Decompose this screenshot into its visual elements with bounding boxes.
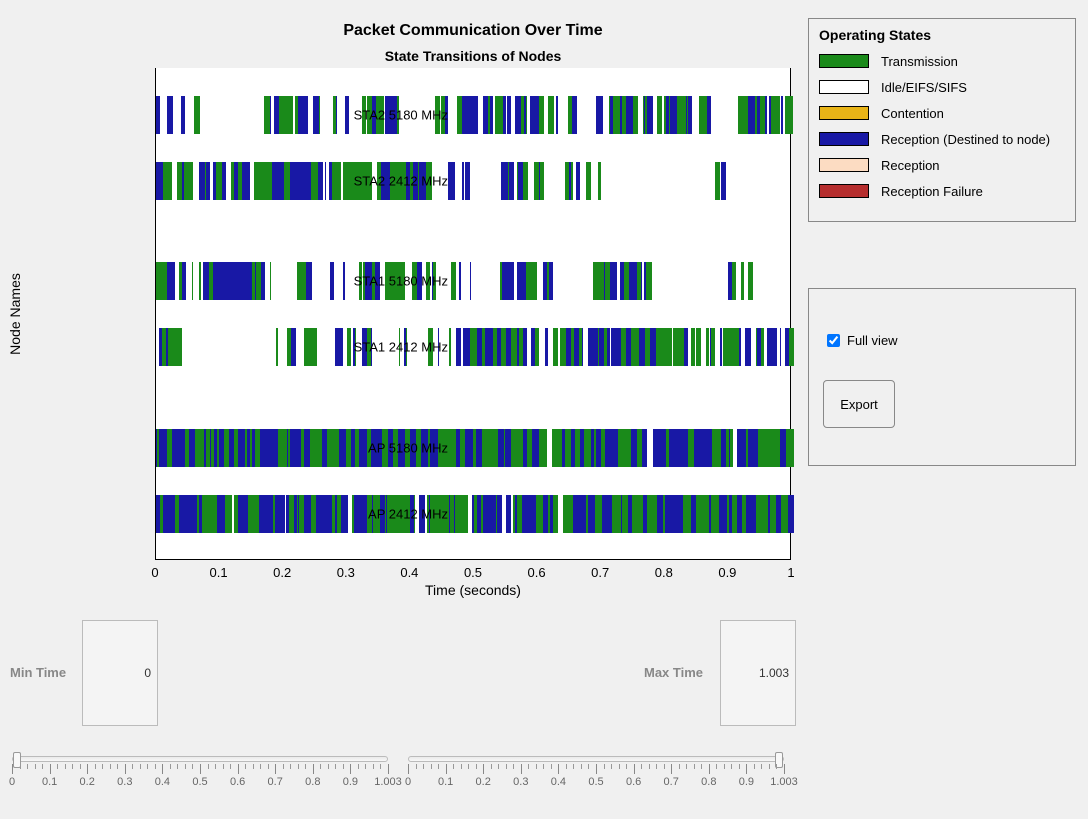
timeline-row [156,162,790,200]
legend-item: Idle/EIFS/SIFS [819,75,1065,99]
slider-tick-label: 1.003 [374,776,402,788]
x-tick-label: 0.5 [453,565,493,580]
legend-swatch [819,184,869,198]
timeline-plot[interactable] [155,68,791,560]
legend-item: Reception [819,153,1065,177]
slider-tick-label: 0.7 [664,776,679,788]
y-tick-label: AP 2412 MHz [318,507,448,522]
legend-panel: Operating States Transmission Idle/EIFS/S… [808,18,1076,222]
legend-swatch [819,132,869,146]
controls-panel: Full view Export [808,288,1076,466]
slider-tick-label: 0.5 [192,776,207,788]
timeline-row [156,328,790,366]
slider-tick-label: 0.2 [476,776,491,788]
y-tick-label: STA1 5180 MHz [318,274,448,289]
x-tick-label: 0.1 [199,565,239,580]
slider-tick-label: 0.1 [438,776,453,788]
slider-tick-label: 0 [9,776,15,788]
legend-item-label: Reception Failure [881,184,983,199]
x-tick-label: 0.3 [326,565,366,580]
x-tick-label: 0.9 [707,565,747,580]
slider-tick-label: 0 [405,776,411,788]
chart-title: Packet Communication Over Time [155,22,791,40]
legend-item-label: Contention [881,106,944,121]
y-tick-label: STA2 5180 MHz [318,108,448,123]
slider-tick-label: 0.6 [230,776,245,788]
x-tick-label: 1 [771,565,811,580]
slider-tick-label: 0.3 [117,776,132,788]
legend-item: Transmission [819,49,1065,73]
slider-tick-label: 0.4 [155,776,170,788]
x-tick-label: 0.4 [389,565,429,580]
legend-item: Reception Failure [819,179,1065,203]
legend-swatch [819,106,869,120]
min-time-slider[interactable] [12,756,388,762]
x-tick-label: 0.8 [644,565,684,580]
slider-tick-label: 0.1 [42,776,57,788]
legend-swatch [819,158,869,172]
slider-ticks: 00.10.20.30.40.50.60.70.80.91.003 [408,764,784,794]
slider-tick-label: 0.5 [588,776,603,788]
full-view-checkbox[interactable]: Full view [823,331,1061,350]
slider-tick-label: 0.7 [268,776,283,788]
slider-tick-label: 0.9 [343,776,358,788]
slider-tick-label: 0.4 [551,776,566,788]
slider-tick-label: 0.6 [626,776,641,788]
timeline-row [156,495,790,533]
slider-tick-label: 0.8 [305,776,320,788]
min-time-label: Min Time [10,665,66,680]
full-view-input[interactable] [827,334,840,347]
y-tick-label: STA1 2412 MHz [318,340,448,355]
legend-item: Contention [819,101,1065,125]
legend-swatch [819,80,869,94]
slider-tick-label: 1.003 [770,776,798,788]
y-tick-label: STA2 2412 MHz [318,174,448,189]
full-view-label: Full view [847,333,898,348]
legend-item-label: Transmission [881,54,958,69]
chart-subtitle: State Transitions of Nodes [155,48,791,64]
timeline-row [156,262,790,300]
legend-title: Operating States [819,27,1065,43]
legend-swatch [819,54,869,68]
export-button[interactable]: Export [823,380,895,428]
x-tick-label: 0.6 [517,565,557,580]
max-time-slider[interactable] [408,756,784,762]
y-axis-label: Node Names [6,68,24,560]
slider-tick-label: 0.8 [701,776,716,788]
x-tick-label: 0 [135,565,175,580]
slider-ticks: 00.10.20.30.40.50.60.70.80.91.003 [12,764,388,794]
legend-item-label: Reception [881,158,940,173]
timeline-row [156,429,790,467]
slider-tick-label: 0.2 [80,776,95,788]
legend-item-label: Idle/EIFS/SIFS [881,80,967,95]
max-time-label: Max Time [644,665,703,680]
x-tick-label: 0.7 [580,565,620,580]
timeline-row [156,96,790,134]
y-tick-label: AP 5180 MHz [318,441,448,456]
max-time-input[interactable]: 1.003 [720,620,796,726]
legend-item-label: Reception (Destined to node) [881,132,1050,147]
min-time-input[interactable]: 0 [82,620,158,726]
slider-tick-label: 0.3 [513,776,528,788]
slider-tick-label: 0.9 [739,776,754,788]
x-axis-label: Time (seconds) [155,582,791,598]
x-tick-label: 0.2 [262,565,302,580]
legend-item: Reception (Destined to node) [819,127,1065,151]
